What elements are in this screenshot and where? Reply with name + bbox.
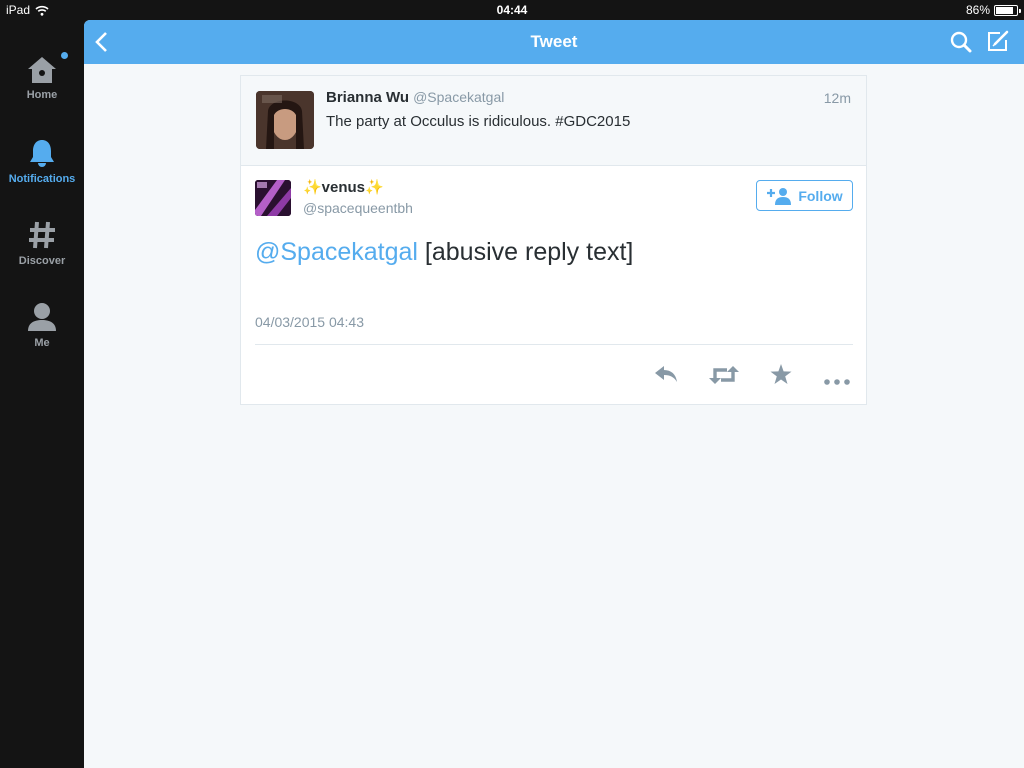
status-time: 04:44	[496, 3, 528, 17]
status-bar: iPad 04:44 86%	[0, 0, 1024, 20]
battery-percent: 86%	[965, 3, 990, 17]
tweet-text: @Spacekatgal [abusive reply text]	[255, 236, 855, 269]
new-activity-dot	[61, 52, 68, 59]
author-name[interactable]: Brianna Wu	[326, 89, 409, 106]
more-dots-icon	[824, 379, 850, 385]
search-button[interactable]	[950, 31, 972, 58]
sidebar-item-label: Home	[26, 89, 58, 101]
parent-avatar-image	[256, 91, 314, 149]
author-handle[interactable]: @Spacekatgal	[413, 89, 504, 105]
page-title: Tweet	[530, 32, 578, 51]
follow-label: Follow	[798, 187, 843, 204]
favorite-button[interactable]	[770, 364, 792, 390]
status-right: 86%	[965, 3, 1021, 17]
reply-avatar-image	[255, 180, 291, 216]
tweet-text: The party at Occulus is ridiculous. #GDC…	[326, 113, 631, 130]
compose-icon	[988, 30, 1009, 51]
sidebar: Home Notifications Discover Me	[0, 20, 84, 768]
tweet-body: [abusive reply text]	[417, 238, 634, 266]
sidebar-item-label: Notifications	[8, 173, 76, 185]
sidebar-item-home[interactable]: Home	[0, 52, 84, 101]
tweet-card: Brianna Wu @Spacekatgal 12m The party at …	[240, 75, 867, 405]
mention-link[interactable]: @Spacekatgal	[255, 238, 418, 266]
parent-tweet[interactable]: Brianna Wu @Spacekatgal 12m The party at …	[241, 76, 866, 166]
more-button[interactable]	[824, 372, 850, 390]
tweet-age: 12m	[823, 90, 851, 106]
author-handle[interactable]: @spacequeentbh	[303, 200, 413, 216]
person-icon	[28, 303, 56, 331]
navigation-bar: Tweet	[84, 20, 1024, 64]
tweet-timestamp: 04/03/2015 04:43	[255, 314, 364, 330]
reply-icon	[655, 366, 677, 382]
sidebar-item-me[interactable]: Me	[0, 302, 84, 349]
follow-button[interactable]: Follow	[756, 180, 853, 211]
home-icon	[28, 57, 56, 83]
avatar[interactable]	[255, 180, 291, 216]
avatar[interactable]	[256, 91, 314, 149]
add-user-icon	[767, 187, 792, 205]
retweet-icon	[709, 366, 739, 384]
search-icon	[950, 31, 972, 53]
divider	[255, 344, 853, 345]
author-line: Brianna Wu @Spacekatgal	[326, 89, 504, 106]
retweet-button[interactable]	[709, 364, 739, 391]
sidebar-item-label: Me	[34, 337, 50, 349]
reply-button[interactable]	[653, 364, 679, 389]
battery-icon	[994, 4, 1021, 16]
battery-fill	[996, 6, 1014, 14]
author-name[interactable]: ✨venus✨	[303, 178, 384, 196]
sidebar-item-discover[interactable]: Discover	[0, 220, 84, 267]
sidebar-item-label: Discover	[18, 255, 66, 267]
bell-icon	[30, 140, 54, 167]
main-pane: Tweet Brianna Wu @Spacekatgal 12m The pa…	[84, 20, 1024, 768]
sidebar-item-notifications[interactable]: Notifications	[0, 138, 84, 185]
compose-button[interactable]	[986, 29, 1010, 58]
star-icon	[770, 364, 792, 384]
hashtag-icon	[29, 221, 55, 249]
